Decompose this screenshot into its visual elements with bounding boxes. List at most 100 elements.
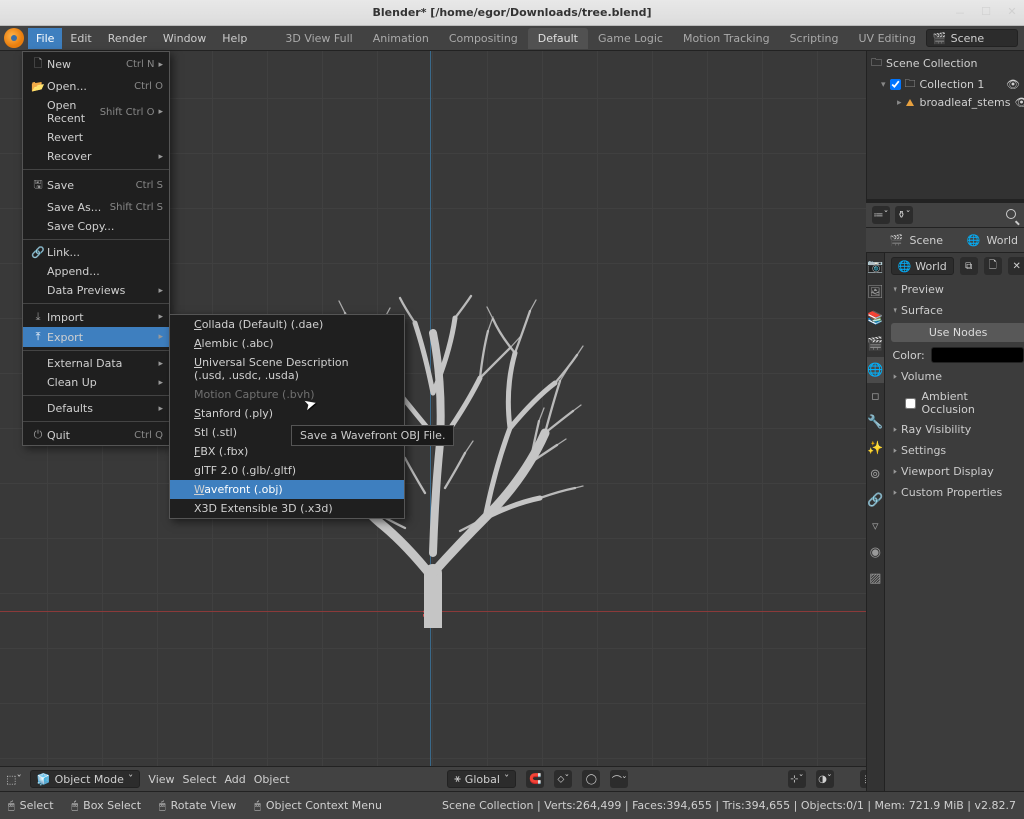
outliner-display-mode[interactable]: ≔ˇ [872, 206, 890, 224]
file-menu-item[interactable]: Open RecentShift Ctrl O [23, 96, 169, 128]
file-menu-item[interactable]: Recover [23, 147, 169, 166]
outliner-filter[interactable]: ⚱ˇ [895, 206, 913, 224]
use-nodes-button[interactable]: Use Nodes [891, 323, 1024, 342]
workspace-tab[interactable]: Game Logic [588, 28, 673, 49]
world-datablock-row: 🌐 World ⧉ 🗋 ✕ [885, 253, 1024, 279]
outliner-header: ≔ˇ ⚱ˇ [866, 203, 1024, 228]
search-icon[interactable] [1006, 209, 1020, 222]
tab-modifiers[interactable]: 🔧 [867, 409, 884, 435]
proportional-falloff[interactable]: ⌒ˇ [610, 770, 628, 788]
workspace-tab[interactable]: 3D View Full [275, 28, 362, 49]
export-menu-item[interactable]: Universal Scene Description (.usd, .usdc… [170, 353, 404, 385]
export-menu-item[interactable]: X3D Extensible 3D (.x3d) [170, 499, 404, 518]
world-unlink-button[interactable]: ✕ [1008, 257, 1024, 275]
panel-viewport-display[interactable]: Viewport Display [885, 461, 1024, 482]
tab-material[interactable]: ◉ [867, 539, 884, 565]
menu-item-shortcut: Ctrl O [134, 81, 163, 92]
gizmo-visibility[interactable]: ⊹ˇ [788, 770, 806, 788]
orientation-selector[interactable]: ⚹ Global ˇ [447, 770, 516, 788]
mode-selector[interactable]: 🧊 Object Mode ˇ [30, 770, 141, 788]
panel-settings[interactable]: Settings [885, 440, 1024, 461]
view3d-menu-object[interactable]: Object [254, 773, 290, 786]
workspace-tab[interactable]: Motion Tracking [673, 28, 780, 49]
workspace-tab[interactable]: Default [528, 28, 588, 49]
workspace-tab[interactable]: Compositing [439, 28, 528, 49]
file-menu-item[interactable]: Data Previews [23, 281, 169, 300]
world-selector[interactable]: 🌐 World [891, 257, 954, 275]
tab-data[interactable]: ▿ [867, 513, 884, 539]
visibility-eye-icon[interactable]: 👁 [1006, 78, 1020, 91]
file-menu-item[interactable]: Save As...Shift Ctrl S [23, 198, 169, 217]
menu-item-shortcut: Ctrl Q [134, 430, 163, 441]
menu-render[interactable]: Render [100, 28, 155, 49]
workspace-tab[interactable]: UV Editing [849, 28, 926, 49]
tab-physics[interactable]: ⊚ [867, 461, 884, 487]
editor-type-icon[interactable]: ⬚ˇ [6, 773, 22, 786]
menu-file[interactable]: File [28, 28, 62, 49]
maximize-button[interactable]: ☐ [980, 5, 992, 21]
file-menu-item[interactable]: Clean Up [23, 373, 169, 392]
menu-window[interactable]: Window [155, 28, 214, 49]
tab-scene[interactable]: 🎬 [867, 331, 884, 357]
scene-pin-icon[interactable]: 🎬 [890, 234, 904, 247]
outliner-collection[interactable]: ▾ 🗀 Collection 1 👁 [867, 74, 1024, 95]
world-new-button[interactable]: 🗋 [984, 257, 1002, 275]
view3d-menu-select[interactable]: Select [183, 773, 217, 786]
panel-custom-properties[interactable]: Custom Properties [885, 482, 1024, 503]
tab-object[interactable]: ▫ [867, 383, 884, 409]
view3d-menu-add[interactable]: Add [224, 773, 245, 786]
panel-ray-visibility[interactable]: Ray Visibility [885, 419, 1024, 440]
blender-logo-icon [4, 28, 24, 48]
file-menu-item[interactable]: 📂Open...Ctrl O [23, 77, 169, 96]
export-menu-item[interactable]: Stanford (.ply) [170, 404, 404, 423]
menu-edit[interactable]: Edit [62, 28, 99, 49]
file-menu-item[interactable]: 🖫SaveCtrl S [23, 173, 169, 198]
export-menu-item[interactable]: glTF 2.0 (.glb/.gltf) [170, 461, 404, 480]
file-menu-item[interactable]: Save Copy... [23, 217, 169, 236]
workspace-tab[interactable]: Scripting [780, 28, 849, 49]
export-menu-item[interactable]: Alembic (.abc) [170, 334, 404, 353]
view3d-menu-view[interactable]: View [148, 773, 174, 786]
export-menu-item[interactable]: Collada (Default) (.dae) [170, 315, 404, 334]
menu-item-label: Data Previews [47, 284, 154, 297]
outliner-object[interactable]: ▸ broadleaf_stems 👁 [867, 95, 1024, 110]
workspace-tab[interactable]: Animation [363, 28, 439, 49]
tab-render[interactable]: 📷 [867, 253, 884, 279]
file-menu-item[interactable]: External Data [23, 354, 169, 373]
panel-preview[interactable]: Preview [885, 279, 1024, 300]
tab-viewlayer[interactable]: 📚 [867, 305, 884, 331]
snap-toggle[interactable]: 🧲 [526, 770, 544, 788]
file-menu-item[interactable]: 🗋NewCtrl N [23, 52, 169, 77]
file-menu-item[interactable]: ⤒Export [23, 327, 169, 347]
minimize-button[interactable]: － [954, 5, 966, 21]
tab-world[interactable]: 🌐 [867, 357, 884, 383]
export-menu-item[interactable]: Wavefront (.obj) [170, 480, 404, 499]
proportional-edit[interactable]: ◯ [582, 770, 600, 788]
ao-checkbox[interactable] [905, 398, 916, 409]
outliner-label: Scene Collection [886, 57, 977, 70]
file-menu-item[interactable]: Append... [23, 262, 169, 281]
menu-help[interactable]: Help [214, 28, 255, 49]
file-menu-item[interactable]: ⤓Import [23, 307, 169, 327]
overlay-visibility[interactable]: ◑ˇ [816, 770, 834, 788]
close-button[interactable]: ✕ [1006, 5, 1018, 21]
file-menu-item[interactable]: 🔗Link... [23, 243, 169, 262]
tab-constraints[interactable]: 🔗 [867, 487, 884, 513]
panel-surface[interactable]: Surface [885, 300, 1024, 321]
file-menu-item[interactable]: Defaults [23, 399, 169, 418]
tab-output[interactable]: 🖼 [867, 279, 884, 305]
visibility-eye-icon[interactable]: 👁 [1014, 96, 1024, 109]
world-pin-icon[interactable]: 🌐 [967, 234, 981, 247]
world-browse-button[interactable]: ⧉ [960, 257, 978, 275]
menu-item-icon: ⤓ [29, 310, 47, 324]
collection-enable-checkbox[interactable] [890, 79, 901, 90]
outliner-scene-collection[interactable]: 🗀 Scene Collection [867, 53, 1024, 74]
scene-selector[interactable]: 🎬 Scene [926, 29, 1018, 47]
color-swatch[interactable] [931, 347, 1024, 363]
snap-type[interactable]: ⬦ˇ [554, 770, 572, 788]
tab-particles[interactable]: ✨ [867, 435, 884, 461]
file-menu-item[interactable]: Revert [23, 128, 169, 147]
panel-volume[interactable]: Volume [885, 366, 1024, 387]
file-menu-item[interactable]: ⏻QuitCtrl Q [23, 425, 169, 445]
tab-texture[interactable]: ▨ [867, 565, 884, 591]
